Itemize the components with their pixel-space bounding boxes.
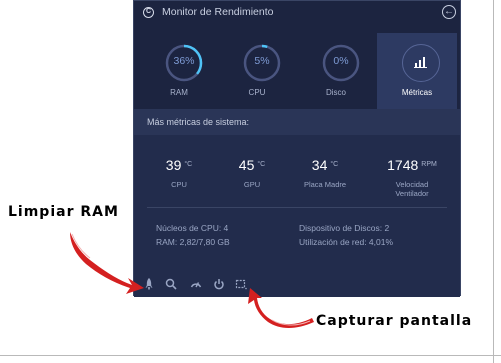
section-divider xyxy=(147,207,447,208)
info-cpu-cores: Núcleos de CPU: 4 xyxy=(156,223,229,233)
info-disk-devices: Dispositivo de Discos: 2 xyxy=(299,223,390,233)
tab-bar: 36% RAM 5% CPU 0% Disco Métricas xyxy=(134,33,460,109)
stat-value: 39 xyxy=(165,157,182,173)
disk-percent: 0% xyxy=(333,55,349,67)
tab-ram-label: RAM xyxy=(170,88,188,97)
ram-percent: 36% xyxy=(173,55,195,67)
stat-cpu-temp: 39 °C CPU xyxy=(144,157,214,189)
stat-value: 34 xyxy=(311,157,328,173)
back-arrow-icon: ← xyxy=(444,6,454,17)
annotation-arrow-capture-screen xyxy=(248,288,314,328)
frame-bottom-border xyxy=(0,355,501,356)
section-title: Más métricas de sistema: xyxy=(147,117,250,127)
stat-value: 45 xyxy=(238,157,255,173)
stat-label: Velocidad Ventilador xyxy=(395,180,429,198)
annotation-clean-ram: Limpiar RAM xyxy=(8,204,119,220)
tab-metrics[interactable]: Métricas xyxy=(377,33,457,109)
tab-disk-label: Disco xyxy=(325,88,346,97)
more-metrics-section: Más métricas de sistema: 39 °C CPU 45 °C G… xyxy=(134,109,460,297)
tab-cpu-label: CPU xyxy=(248,88,266,97)
window-title: Monitor de Rendimiento xyxy=(162,6,274,18)
stat-unit: °C xyxy=(184,161,193,168)
stat-value: 1748 xyxy=(387,157,419,173)
info-ram: RAM: 2,82/7,80 GB xyxy=(156,237,230,247)
section-header: Más métricas de sistema: xyxy=(134,109,460,135)
frame-right-border xyxy=(493,0,494,363)
title-bar: C Monitor de Rendimiento ← xyxy=(134,1,460,25)
annotation-capture-screen: Capturar pantalla xyxy=(316,313,473,329)
stat-label: CPU xyxy=(171,180,187,189)
stat-label: Placa Madre xyxy=(303,180,347,189)
tab-disk[interactable]: 0% Disco xyxy=(296,33,376,109)
stat-fan-speed: 1748 RPM Velocidad Ventilador xyxy=(371,157,453,198)
tab-metrics-label: Métricas xyxy=(401,88,433,97)
stat-label: GPU xyxy=(243,180,261,189)
cpu-percent: 5% xyxy=(254,55,270,67)
gauge-icon[interactable] xyxy=(190,278,202,290)
app-logo-icon: C xyxy=(143,7,154,18)
performance-monitor-window: C Monitor de Rendimiento ← 36% RAM 5% CP… xyxy=(133,0,461,297)
search-icon[interactable] xyxy=(165,278,177,290)
stat-unit: °C xyxy=(330,161,339,168)
stat-gpu-temp: 45 °C GPU xyxy=(217,157,287,189)
tab-cpu[interactable]: 5% CPU xyxy=(217,33,297,109)
power-icon[interactable] xyxy=(213,278,225,290)
metrics-ring xyxy=(402,44,440,82)
info-network-usage: Utilización de red: 4,01% xyxy=(299,237,394,247)
back-button[interactable]: ← xyxy=(442,5,456,19)
annotation-arrow-clean-ram xyxy=(70,232,144,294)
stat-motherboard-temp: 34 °C Placa Madre xyxy=(290,157,360,189)
bar-chart-icon xyxy=(414,57,427,68)
tab-ram[interactable]: 36% RAM xyxy=(139,33,219,109)
stat-unit: RPM xyxy=(421,161,437,168)
stat-unit: °C xyxy=(257,161,266,168)
